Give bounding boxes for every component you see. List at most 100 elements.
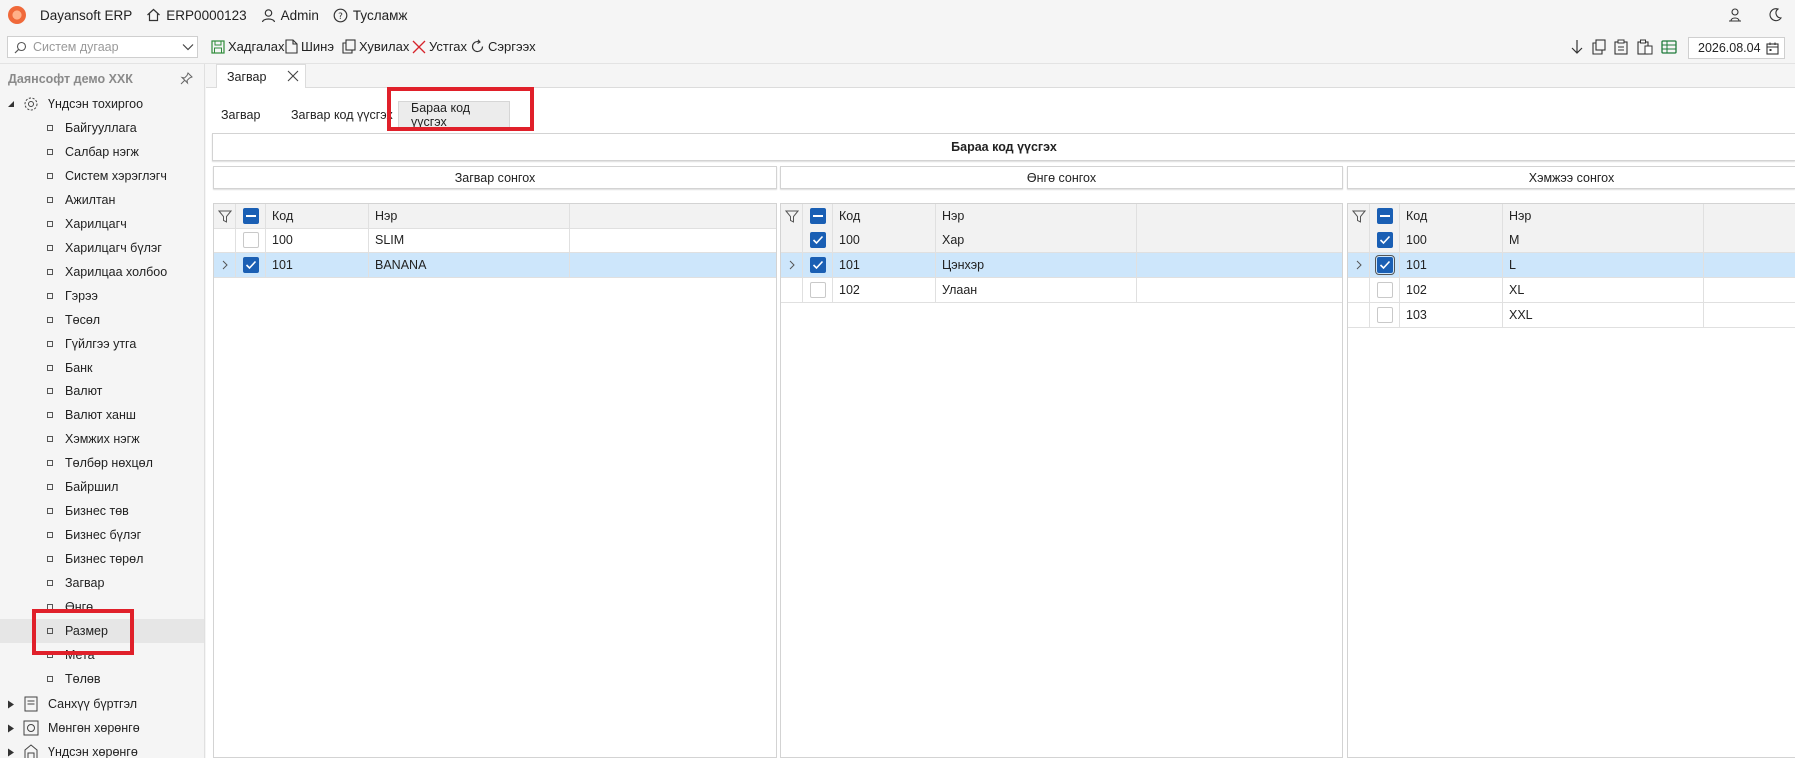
excel-export-icon[interactable] bbox=[1661, 39, 1677, 55]
cell-name[interactable]: XXL bbox=[1503, 303, 1704, 327]
checkbox-cell[interactable] bbox=[1370, 253, 1400, 277]
checkbox-cell[interactable] bbox=[236, 253, 266, 277]
cell-name[interactable]: Цэнхэр bbox=[936, 253, 1137, 277]
tab-zagvar[interactable]: Загвар bbox=[216, 64, 306, 89]
column-header-code[interactable]: Код bbox=[266, 204, 369, 228]
sidebar-item[interactable]: Төлбөр нөхцөл bbox=[0, 451, 204, 475]
cell-code[interactable]: 100 bbox=[833, 228, 936, 252]
close-icon[interactable] bbox=[287, 70, 299, 82]
sidebar-item[interactable]: Төлөв bbox=[0, 667, 204, 691]
sidebar-item[interactable]: Бизнес төв bbox=[0, 499, 204, 523]
tree-group[interactable]: Мөнгөн хөрөнгө bbox=[0, 716, 204, 740]
collapsed-arrow-icon[interactable] bbox=[6, 700, 16, 709]
cell-name[interactable]: M bbox=[1503, 228, 1704, 252]
clipboard-icon[interactable] bbox=[1614, 39, 1628, 55]
table-row[interactable]: 103 XXL bbox=[1348, 303, 1795, 328]
cell-code[interactable]: 102 bbox=[833, 278, 936, 302]
select-all-checkbox[interactable] bbox=[809, 208, 826, 224]
table-row[interactable]: 102 Улаан bbox=[781, 278, 1342, 303]
row-checkbox[interactable] bbox=[1376, 307, 1393, 323]
checkbox-cell[interactable] bbox=[803, 228, 833, 252]
new-button[interactable]: Шинэ bbox=[285, 39, 334, 54]
dark-mode-icon[interactable] bbox=[1755, 7, 1795, 23]
copy-doc-icon[interactable] bbox=[1592, 39, 1606, 55]
subtab-zagvar[interactable]: Загвар bbox=[209, 101, 272, 129]
refresh-button[interactable]: Сэргээх bbox=[470, 39, 536, 54]
sidebar-item[interactable]: Мета bbox=[0, 643, 204, 667]
table-row[interactable]: 102 XL bbox=[1348, 278, 1795, 303]
expanded-arrow-icon[interactable] bbox=[6, 100, 16, 108]
row-checkbox[interactable] bbox=[1376, 232, 1393, 248]
sidebar-item[interactable]: Ажилтан bbox=[0, 188, 204, 212]
subtab-product-code[interactable]: Бараа код үүсгэх bbox=[398, 101, 510, 129]
sidebar-item[interactable]: Салбар нэгж bbox=[0, 140, 204, 164]
sidebar-item[interactable]: Харилцагч bbox=[0, 212, 204, 236]
filter-icon[interactable] bbox=[214, 204, 236, 228]
sidebar-item[interactable]: Харилцаа холбоо bbox=[0, 260, 204, 284]
row-checkbox[interactable] bbox=[809, 257, 826, 273]
tree-group[interactable]: Үндсэн хөрөнгө bbox=[0, 740, 204, 758]
checkbox-cell[interactable] bbox=[236, 228, 266, 252]
column-header-name[interactable]: Нэр bbox=[1503, 204, 1704, 228]
copy-button[interactable]: Хувилах bbox=[342, 39, 409, 54]
sidebar-item[interactable]: Харилцагч бүлэг bbox=[0, 236, 204, 260]
table-row[interactable]: 101 BANANA bbox=[214, 253, 776, 278]
cell-name[interactable]: SLIM bbox=[369, 228, 570, 252]
cell-code[interactable]: 100 bbox=[1400, 228, 1503, 252]
cell-name[interactable]: L bbox=[1503, 253, 1704, 277]
sidebar-item[interactable]: Гүйлгээ утга bbox=[0, 332, 204, 356]
sidebar-item[interactable]: Байгууллага bbox=[0, 116, 204, 140]
table-row[interactable]: 101 Цэнхэр bbox=[781, 253, 1342, 278]
cell-name[interactable]: BANANA bbox=[369, 253, 570, 277]
select-all-cell[interactable] bbox=[236, 204, 266, 228]
sidebar-item[interactable]: Байршил bbox=[0, 475, 204, 499]
sidebar-item[interactable]: Бизнес бүлэг bbox=[0, 523, 204, 547]
subtab-zagvar-code[interactable]: Загвар код үүсгэх bbox=[279, 101, 405, 129]
row-checkbox[interactable] bbox=[1376, 282, 1393, 298]
row-checkbox[interactable] bbox=[242, 232, 259, 248]
cell-name[interactable]: Улаан bbox=[936, 278, 1137, 302]
paste-icon[interactable] bbox=[1637, 39, 1653, 55]
pin-icon[interactable] bbox=[180, 72, 193, 85]
chevron-down-icon[interactable] bbox=[179, 43, 197, 51]
sidebar-item[interactable]: Өнгө bbox=[0, 595, 204, 619]
cell-code[interactable]: 102 bbox=[1400, 278, 1503, 302]
select-all-checkbox[interactable] bbox=[242, 208, 259, 224]
sidebar-item[interactable]: Валют ханш bbox=[0, 403, 204, 427]
cell-name[interactable]: Хар bbox=[936, 228, 1137, 252]
sidebar-item[interactable]: Төсөл bbox=[0, 308, 204, 332]
filter-icon[interactable] bbox=[1348, 204, 1370, 228]
table-row[interactable]: 100 M bbox=[1348, 228, 1795, 253]
download-icon[interactable] bbox=[1570, 39, 1584, 55]
select-all-cell[interactable] bbox=[803, 204, 833, 228]
account-icon[interactable] bbox=[1715, 7, 1755, 23]
column-header-code[interactable]: Код bbox=[1400, 204, 1503, 228]
home-company-button[interactable]: ERP0000123 bbox=[146, 8, 247, 23]
help-button[interactable]: ? Тусламж bbox=[333, 8, 407, 23]
table-row[interactable]: 101 L bbox=[1348, 253, 1795, 278]
checkbox-cell[interactable] bbox=[1370, 278, 1400, 302]
sidebar-item[interactable]: Размер bbox=[0, 618, 204, 643]
checkbox-cell[interactable] bbox=[1370, 228, 1400, 252]
sidebar-item[interactable]: Хэмжих нэгж bbox=[0, 427, 204, 451]
checkbox-cell[interactable] bbox=[1370, 303, 1400, 327]
cell-code[interactable]: 100 bbox=[266, 228, 369, 252]
tree-group[interactable]: Санхүү бүртгэл bbox=[0, 692, 204, 716]
user-button[interactable]: Admin bbox=[261, 8, 319, 23]
checkbox-cell[interactable] bbox=[803, 278, 833, 302]
checkbox-cell[interactable] bbox=[803, 253, 833, 277]
select-all-cell[interactable] bbox=[1370, 204, 1400, 228]
date-picker[interactable]: 2026.08.04 bbox=[1688, 37, 1785, 59]
sidebar-item[interactable]: Валют bbox=[0, 379, 204, 403]
filter-icon[interactable] bbox=[781, 204, 803, 228]
row-checkbox[interactable] bbox=[242, 257, 259, 273]
calendar-icon[interactable] bbox=[1766, 42, 1779, 55]
row-checkbox[interactable] bbox=[809, 232, 826, 248]
sidebar-item[interactable]: Банк bbox=[0, 356, 204, 380]
sidebar-item[interactable]: Бизнес төрөл bbox=[0, 547, 204, 571]
collapsed-arrow-icon[interactable] bbox=[6, 748, 16, 757]
delete-button[interactable]: Устгах bbox=[412, 39, 467, 54]
sidebar-item[interactable]: Загвар bbox=[0, 571, 204, 595]
cell-code[interactable]: 101 bbox=[833, 253, 936, 277]
cell-name[interactable]: XL bbox=[1503, 278, 1704, 302]
